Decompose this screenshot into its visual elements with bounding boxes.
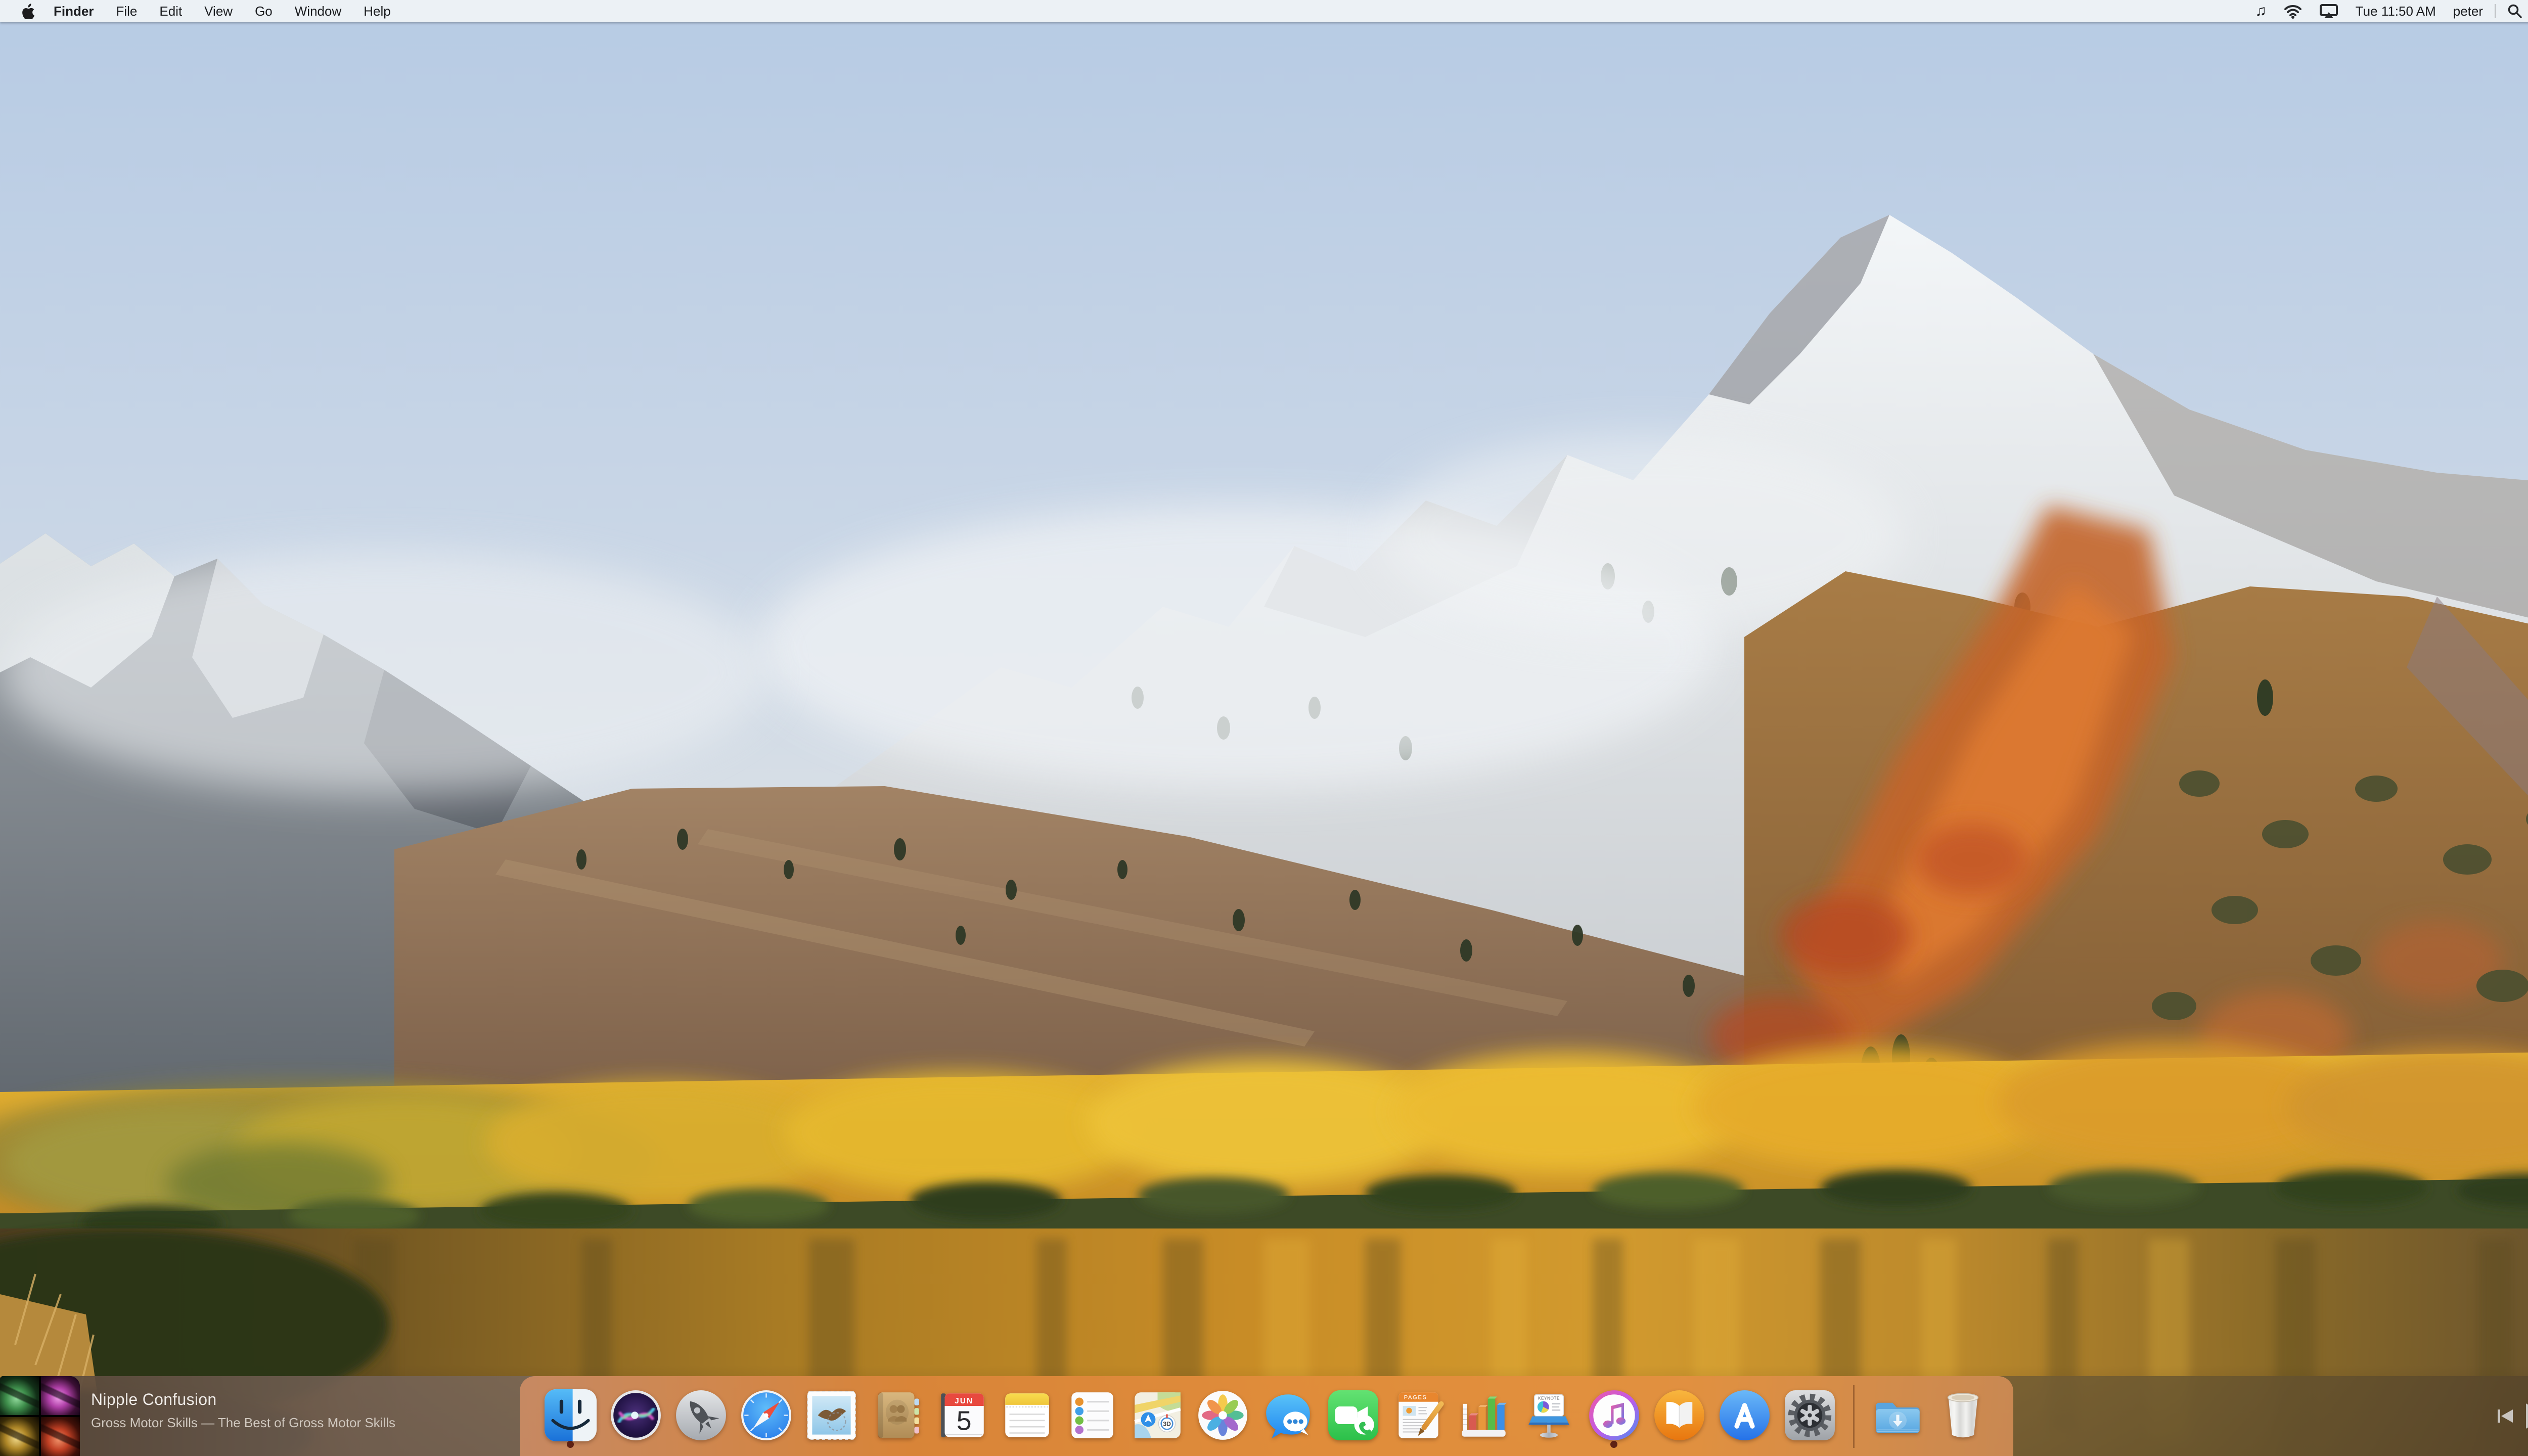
menu-bar-left: Finder File Edit View Go Window Help: [0, 0, 402, 22]
playback-controls: [2497, 1403, 2528, 1429]
app-store-icon: [1719, 1390, 1770, 1440]
running-indicator: [567, 1441, 574, 1448]
dock-item-safari[interactable]: [740, 1389, 792, 1441]
photos-icon: [1198, 1391, 1247, 1440]
menu-item-window[interactable]: Window: [284, 0, 352, 22]
wifi-icon[interactable]: [2275, 0, 2311, 22]
messages-icon: [1266, 1394, 1310, 1438]
menu-item-file[interactable]: File: [105, 0, 148, 22]
running-indicator: [1610, 1441, 1617, 1448]
keynote-label: KEYNOTE: [1538, 1396, 1560, 1401]
desktop: Finder File Edit View Go Window Help ♫ T…: [0, 0, 2528, 1456]
menu-item-edit[interactable]: Edit: [148, 0, 193, 22]
album-art-quadrant: [0, 1417, 39, 1456]
now-playing-panel: Nipple Confusion Gross Motor Skills — Th…: [0, 1376, 520, 1456]
menu-user[interactable]: peter: [2445, 0, 2492, 22]
finder-icon: [544, 1389, 597, 1441]
keynote-icon: KEYNOTE: [1528, 1394, 1569, 1438]
dock-separator: [1853, 1385, 1855, 1448]
bottom-bar: Nipple Confusion Gross Motor Skills — Th…: [0, 1376, 2528, 1456]
dock-item-contacts[interactable]: [871, 1389, 923, 1441]
album-art-quadrant: [0, 1376, 39, 1415]
maps-icon: 3D: [1134, 1392, 1181, 1438]
launchpad-icon: [675, 1390, 726, 1440]
dock-item-reminders[interactable]: [1066, 1389, 1118, 1441]
notes-icon: [1005, 1393, 1049, 1437]
calendar-day-label: 5: [956, 1406, 971, 1436]
desktop-wallpaper: [0, 0, 2528, 1456]
dock-item-photos[interactable]: [1197, 1389, 1249, 1441]
dock-item-notes[interactable]: [1001, 1389, 1053, 1441]
dock-item-calendar[interactable]: JUN 5: [936, 1389, 988, 1441]
calendar-month-label: JUN: [955, 1397, 973, 1405]
dock-item-mail[interactable]: [805, 1389, 857, 1441]
menu-item-help[interactable]: Help: [352, 0, 401, 22]
apple-menu[interactable]: [20, 0, 42, 22]
playback-panel: [2013, 1376, 2528, 1456]
menu-app-name[interactable]: Finder: [42, 0, 105, 22]
apple-logo-icon: [22, 4, 34, 19]
facetime-icon: [1328, 1390, 1378, 1440]
system-preferences-icon: [1784, 1390, 1835, 1440]
dock: JUN 5 3D PAGES KEYNOTE: [520, 1376, 2013, 1456]
album-art-quadrant: [41, 1417, 80, 1456]
album-art-quadrant: [41, 1376, 80, 1415]
maps-3d-label: 3D: [1163, 1421, 1171, 1428]
dock-item-maps[interactable]: 3D: [1132, 1389, 1184, 1441]
downloads-folder-icon: [1875, 1402, 1920, 1433]
dock-item-app-store[interactable]: [1719, 1389, 1771, 1441]
ibooks-icon: [1654, 1390, 1704, 1440]
dock-item-trash[interactable]: [1937, 1389, 1989, 1441]
track-title: Nipple Confusion: [91, 1390, 217, 1408]
airplay-display-icon[interactable]: [2311, 0, 2347, 22]
dock-item-ibooks[interactable]: [1653, 1389, 1705, 1441]
track-info: Nipple Confusion Gross Motor Skills — Th…: [91, 1390, 395, 1431]
play-icon: [2526, 1403, 2528, 1429]
reminders-icon: [1071, 1392, 1113, 1438]
menu-status-divider: [2495, 4, 2496, 18]
menu-bar: Finder File Edit View Go Window Help ♫ T…: [0, 0, 2528, 22]
trash-icon: [1947, 1393, 1978, 1438]
previous-icon: [2498, 1409, 2513, 1423]
dock-item-itunes[interactable]: [1588, 1389, 1640, 1448]
siri-icon: [610, 1390, 661, 1440]
itunes-icon: [1589, 1390, 1639, 1440]
spotlight-search-icon[interactable]: [2499, 0, 2528, 22]
dock-item-siri[interactable]: [610, 1389, 662, 1441]
dock-item-downloads[interactable]: [1872, 1389, 1924, 1441]
pages-icon: PAGES: [1398, 1392, 1444, 1438]
dock-item-messages[interactable]: [1262, 1389, 1314, 1441]
menu-item-go[interactable]: Go: [244, 0, 284, 22]
play-button[interactable]: [2525, 1403, 2528, 1429]
dock-item-finder[interactable]: [544, 1389, 597, 1448]
dock-item-pages[interactable]: PAGES: [1392, 1389, 1444, 1441]
menu-bar-status: ♫ Tue 11:50 AM peter: [2246, 0, 2528, 22]
dock-item-launchpad[interactable]: [675, 1389, 727, 1441]
menu-item-view[interactable]: View: [193, 0, 244, 22]
dock-item-numbers[interactable]: [1458, 1389, 1510, 1441]
dock-item-system-preferences[interactable]: [1784, 1389, 1836, 1441]
dock-item-facetime[interactable]: [1327, 1389, 1379, 1441]
mail-icon: [806, 1391, 856, 1440]
track-subtitle: Gross Motor Skills — The Best of Gross M…: [91, 1415, 395, 1430]
contacts-icon: [877, 1392, 919, 1438]
safari-icon: [741, 1390, 791, 1440]
menu-clock[interactable]: Tue 11:50 AM: [2347, 0, 2445, 22]
music-note-icon[interactable]: ♫: [2246, 0, 2275, 22]
dock-item-keynote[interactable]: KEYNOTE: [1523, 1389, 1575, 1441]
pages-label: PAGES: [1404, 1395, 1427, 1401]
previous-track-button[interactable]: [2497, 1408, 2514, 1424]
numbers-icon: [1461, 1396, 1507, 1437]
album-art[interactable]: [0, 1376, 80, 1456]
calendar-icon: JUN 5: [940, 1393, 984, 1437]
